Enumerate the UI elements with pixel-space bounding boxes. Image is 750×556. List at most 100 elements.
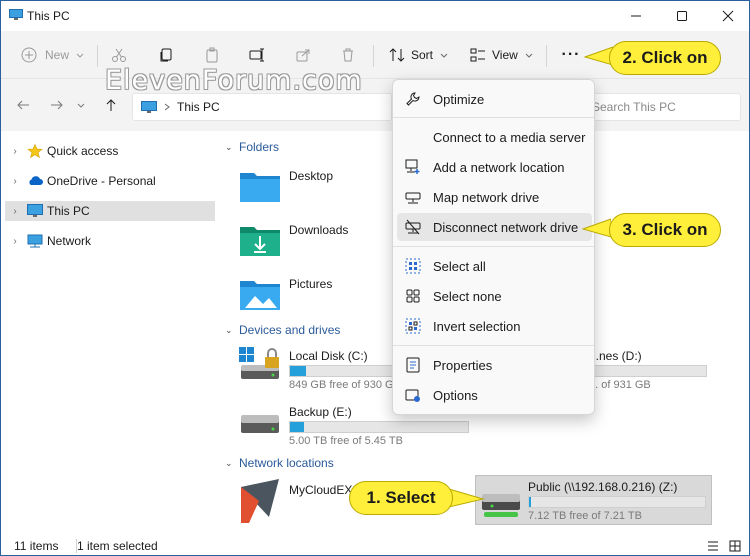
menu-item-add-network-location[interactable]: Add a network location	[397, 153, 592, 181]
minimize-button[interactable]	[613, 1, 659, 31]
title-bar: This PC	[1, 1, 749, 31]
chevron-right-icon[interactable]: ›	[7, 206, 23, 217]
folder-desktop[interactable]: Desktop	[239, 169, 389, 209]
drive-free-space: ... of 931 GB	[589, 379, 651, 391]
chevron-right-icon[interactable]: ›	[7, 146, 23, 157]
chevron-down-icon: ⌄	[225, 324, 233, 335]
address-bar[interactable]: This PC	[132, 93, 392, 121]
sidebar-item-label: Quick access	[47, 144, 119, 158]
select-all-icon	[405, 258, 421, 274]
select-none-icon	[406, 289, 420, 303]
tiles-view-icon	[729, 540, 741, 552]
sort-label: Sort	[411, 48, 434, 62]
group-header-devices[interactable]: ⌄ Devices and drives	[225, 323, 340, 337]
see-more-menu: Optimize Connect to a media server Add a…	[392, 79, 595, 415]
drive-name: Backup (E:)	[289, 405, 352, 419]
drive-usage-fill	[529, 497, 532, 507]
menu-item-label: Invert selection	[433, 318, 521, 334]
search-placeholder: Search This PC	[592, 100, 676, 114]
cloud-icon	[29, 176, 43, 185]
disconnect-drive-icon	[405, 219, 421, 235]
folder-pictures[interactable]: Pictures	[239, 277, 389, 317]
menu-item-properties[interactable]: Properties	[397, 351, 592, 379]
sidebar-item-onedrive[interactable]: › OneDrive - Personal	[5, 171, 215, 191]
drive-usage-bar	[289, 421, 469, 433]
menu-item-map-network-drive[interactable]: Map network drive	[397, 183, 592, 211]
folder-name: Desktop	[289, 169, 334, 183]
drive-name: Local Disk (C:)	[289, 349, 368, 363]
options-icon	[405, 389, 420, 402]
forward-button[interactable]	[47, 95, 67, 115]
callout-pointer	[449, 488, 485, 508]
tiles-view-button[interactable]	[729, 540, 741, 555]
network-drive-z[interactable]: Public (\\192.168.0.216) (Z:) 7.12 TB fr…	[475, 475, 712, 525]
watermark: ElevenForum.com	[105, 65, 363, 96]
sidebar-item-quick-access[interactable]: › Quick access	[5, 141, 215, 161]
network-location-mycloud[interactable]: MyCloudEX2	[239, 479, 359, 525]
copy-icon	[160, 48, 172, 62]
scissors-icon	[112, 48, 126, 62]
group-header-folders[interactable]: ⌄ Folders	[225, 140, 279, 154]
add-network-location-icon	[405, 159, 420, 174]
menu-item-invert-selection[interactable]: Invert selection	[397, 312, 592, 340]
chevron-right-icon	[164, 103, 170, 111]
address-path: This PC	[177, 100, 220, 114]
group-header-network-locations[interactable]: ⌄ Network locations	[225, 456, 334, 470]
drive-usage-fill	[290, 422, 305, 432]
toolbar-divider	[546, 45, 547, 67]
chevron-right-icon[interactable]: ›	[7, 236, 23, 247]
drive-usage-bar	[528, 496, 706, 508]
new-plus-icon	[21, 47, 37, 63]
map-drive-icon	[405, 192, 421, 204]
network-drive-name: Public (\\192.168.0.216) (Z:)	[528, 480, 678, 494]
menu-item-label: Optimize	[433, 91, 485, 107]
sidebar-item-this-pc[interactable]: › This PC	[5, 201, 215, 221]
drive-usage-bar	[589, 365, 707, 377]
trash-icon	[343, 48, 353, 62]
menu-item-options[interactable]: Options	[397, 381, 592, 409]
rename-icon	[249, 48, 264, 62]
selection-count: 1 item selected	[76, 539, 158, 553]
toolbar-divider	[97, 45, 98, 67]
menu-item-label: Add a network location	[433, 159, 565, 175]
network-icon	[27, 234, 43, 248]
view-label: View	[492, 48, 518, 62]
menu-item-connect-media-server[interactable]: Connect to a media server	[397, 123, 592, 151]
menu-item-label: Connect to a media server	[433, 129, 586, 145]
toolbar-divider	[373, 45, 374, 67]
this-pc-icon	[9, 9, 23, 20]
recent-locations-button[interactable]	[71, 95, 91, 115]
arrow-right-icon	[51, 100, 63, 110]
close-icon	[722, 10, 734, 22]
network-drive-icon	[482, 494, 520, 517]
new-button[interactable]: New	[21, 41, 85, 69]
back-button[interactable]	[13, 95, 33, 115]
see-more-button[interactable]: ···	[558, 43, 584, 67]
monitor-icon	[27, 204, 43, 217]
chevron-down-icon	[525, 53, 533, 58]
menu-divider	[393, 246, 594, 247]
chevron-right-icon[interactable]: ›	[7, 176, 23, 187]
menu-item-label: Disconnect network drive	[433, 219, 579, 235]
drive-free-space: 5.00 TB free of 5.45 TB	[289, 435, 403, 447]
folder-downloads[interactable]: Downloads	[239, 223, 389, 263]
menu-item-disconnect-network-drive[interactable]: Disconnect network drive	[397, 213, 592, 241]
sidebar-item-network[interactable]: › Network	[5, 231, 215, 251]
properties-icon	[406, 357, 420, 373]
close-button[interactable]	[705, 1, 749, 31]
up-button[interactable]	[101, 95, 121, 115]
window-title: This PC	[27, 9, 70, 23]
menu-item-select-all[interactable]: Select all	[397, 252, 592, 280]
details-view-button[interactable]	[707, 540, 719, 555]
menu-item-select-none[interactable]: Select none	[397, 282, 592, 310]
drive-name: ...nes (D:)	[589, 349, 642, 363]
maximize-button[interactable]	[659, 1, 705, 31]
chevron-down-icon	[440, 53, 448, 58]
pictures-folder-icon	[240, 281, 280, 310]
sidebar-item-label: OneDrive - Personal	[47, 174, 156, 188]
view-button[interactable]: View	[470, 41, 534, 69]
chevron-down-icon	[76, 53, 84, 58]
menu-item-optimize[interactable]: Optimize	[397, 85, 592, 113]
arrow-left-icon	[17, 100, 29, 110]
sort-button[interactable]: Sort	[389, 41, 449, 69]
